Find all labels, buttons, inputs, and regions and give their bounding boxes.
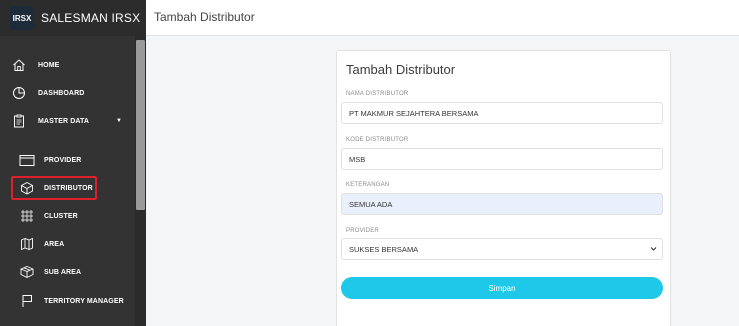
grid-dots-icon xyxy=(20,209,34,223)
field-label-nama-distributor: NAMA DISTRIBUTOR xyxy=(346,91,409,97)
sidebar-item-label: AREA xyxy=(44,240,65,248)
sidebar-item-home[interactable]: HOME xyxy=(0,53,134,77)
sidebar-item-cluster[interactable]: CLUSTER xyxy=(0,204,134,228)
kode-distributor-input[interactable]: MSB xyxy=(341,148,663,170)
sidebar-item-dashboard[interactable]: DASHBOARD xyxy=(0,81,134,105)
home-icon xyxy=(12,58,26,72)
sidebar-item-label: HOME xyxy=(38,61,60,69)
sidebar-item-provider[interactable]: PROVIDER xyxy=(0,148,134,172)
brand[interactable]: IRSX SALESMAN IRSX xyxy=(0,0,146,36)
sidebar-item-label: MASTER DATA xyxy=(38,117,90,125)
window-icon xyxy=(19,154,35,167)
flag-icon xyxy=(21,294,33,308)
sidebar-item-label: CLUSTER xyxy=(44,212,78,220)
sidebar-item-master-data[interactable]: MASTER DATA ▼ xyxy=(0,109,134,133)
field-label-keterangan: KETERANGAN xyxy=(346,182,390,188)
sidebar-item-label: TERRITORY MANAGER xyxy=(44,297,124,305)
field-value: MSB xyxy=(349,154,366,164)
map-icon xyxy=(20,237,34,251)
sidebar-item-label: SUB AREA xyxy=(44,268,82,276)
sidebar-scrollbar-thumb[interactable] xyxy=(136,40,145,210)
form-card: Tambah Distributor NAMA DISTRIBUTOR PT M… xyxy=(336,50,671,326)
nama-distributor-input[interactable]: PT MAKMUR SEJAHTERA BERSAMA xyxy=(341,102,663,124)
sidebar-item-label: PROVIDER xyxy=(44,156,82,164)
field-label-provider: PROVIDER xyxy=(346,228,379,234)
sidebar-item-label: DASHBOARD xyxy=(38,89,85,97)
field-value: SUKSES BERSAMA xyxy=(349,244,419,254)
active-item-highlight xyxy=(11,176,97,200)
field-value: SEMUA ADA xyxy=(349,199,393,209)
clipboard-icon xyxy=(12,114,26,128)
pie-chart-icon xyxy=(12,86,26,100)
form-title: Tambah Distributor xyxy=(346,62,456,77)
chevron-down-icon: ▼ xyxy=(116,118,123,124)
sidebar: IRSX SALESMAN IRSX HOME DASHBOARD MASTER… xyxy=(0,0,146,326)
boxes-icon xyxy=(19,265,35,279)
page-title: Tambah Distributor xyxy=(154,10,255,24)
field-value: PT MAKMUR SEJAHTERA BERSAMA xyxy=(349,108,479,118)
field-label-kode-distributor: KODE DISTRIBUTOR xyxy=(346,137,409,143)
sidebar-item-area[interactable]: AREA xyxy=(0,232,134,256)
app-logo: IRSX xyxy=(10,6,34,30)
simpan-button[interactable]: Simpan xyxy=(341,277,663,299)
chevron-down-icon xyxy=(650,245,657,254)
sidebar-item-territory-manager[interactable]: TERRITORY MANAGER xyxy=(0,289,134,313)
app-title: SALESMAN IRSX xyxy=(41,11,141,25)
provider-select[interactable]: SUKSES BERSAMA xyxy=(341,238,663,260)
topbar: Tambah Distributor xyxy=(146,0,739,36)
sidebar-item-sub-area[interactable]: SUB AREA xyxy=(0,260,134,284)
keterangan-input[interactable]: SEMUA ADA xyxy=(341,193,663,215)
